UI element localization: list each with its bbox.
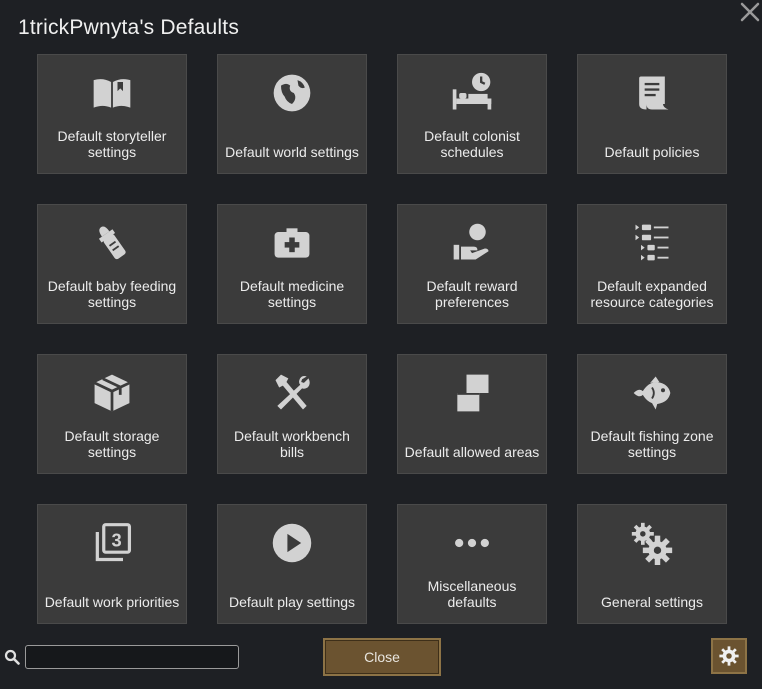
tile-allowed-areas[interactable]: Default allowed areas: [397, 354, 547, 474]
tile-label: Default baby feeding settings: [47, 278, 177, 310]
gears-icon: [628, 519, 676, 567]
defaults-grid: Default storyteller settings Default wor…: [37, 54, 727, 624]
tile-label: Default reward preferences: [426, 278, 518, 310]
tile-label: Default storyteller settings: [57, 128, 167, 160]
settings-button[interactable]: [711, 638, 747, 674]
tile-world[interactable]: Default world settings: [217, 54, 367, 174]
box-icon: [88, 369, 136, 417]
tile-resource-categories[interactable]: Default expanded resource categories: [577, 204, 727, 324]
areas-icon: [448, 369, 496, 417]
tile-storyteller[interactable]: Default storyteller settings: [37, 54, 187, 174]
tile-label: Default storage settings: [64, 428, 160, 460]
tile-label: Miscellaneous defaults: [427, 578, 517, 610]
tile-fishing-zone[interactable]: Default fishing zone settings: [577, 354, 727, 474]
tile-label: Default workbench bills: [234, 428, 350, 460]
scroll-icon: [628, 69, 676, 117]
search-icon: [4, 649, 20, 665]
hand-person-icon: [448, 219, 496, 267]
play-icon: [268, 519, 316, 567]
tile-play[interactable]: Default play settings: [217, 504, 367, 624]
tile-label: Default allowed areas: [404, 444, 540, 460]
book-icon: [88, 69, 136, 117]
tile-schedules[interactable]: Default colonist schedules: [397, 54, 547, 174]
tile-medicine[interactable]: Default medicine settings: [217, 204, 367, 324]
svg-text:3: 3: [111, 530, 121, 551]
tile-label: Default colonist schedules: [424, 128, 520, 160]
tile-label: Default work priorities: [44, 594, 180, 610]
window-title: 1trickPwnyta's Defaults: [18, 16, 240, 39]
search-input[interactable]: [25, 645, 239, 669]
tile-baby-feeding[interactable]: Default baby feeding settings: [37, 204, 187, 324]
tile-label: Default world settings: [225, 144, 359, 160]
medkit-icon: [268, 219, 316, 267]
tile-label: General settings: [601, 594, 703, 610]
globe-icon: [268, 69, 316, 117]
tile-policies[interactable]: Default policies: [577, 54, 727, 174]
tile-miscellaneous[interactable]: Miscellaneous defaults: [397, 504, 547, 624]
bed-clock-icon: [448, 69, 496, 117]
close-button[interactable]: Close: [323, 638, 441, 676]
tree-list-icon: [628, 219, 676, 267]
priority-3-icon: 3: [88, 519, 136, 567]
baby-bottle-icon: [88, 219, 136, 267]
tile-work-priorities[interactable]: 3 Default work priorities: [37, 504, 187, 624]
tile-label: Default play settings: [228, 594, 356, 610]
fish-icon: [628, 369, 676, 417]
tile-reward[interactable]: Default reward preferences: [397, 204, 547, 324]
tile-workbench[interactable]: Default workbench bills: [217, 354, 367, 474]
tile-general-settings[interactable]: General settings: [577, 504, 727, 624]
gear-icon: [719, 646, 739, 666]
tile-label: Default policies: [604, 144, 700, 160]
tile-label: Default expanded resource categories: [590, 278, 714, 310]
hammer-wrench-icon: [268, 369, 316, 417]
ellipsis-icon: [448, 519, 496, 567]
tile-label: Default medicine settings: [239, 278, 345, 310]
tile-storage[interactable]: Default storage settings: [37, 354, 187, 474]
tile-label: Default fishing zone settings: [590, 428, 714, 460]
close-window-icon[interactable]: [738, 0, 762, 24]
